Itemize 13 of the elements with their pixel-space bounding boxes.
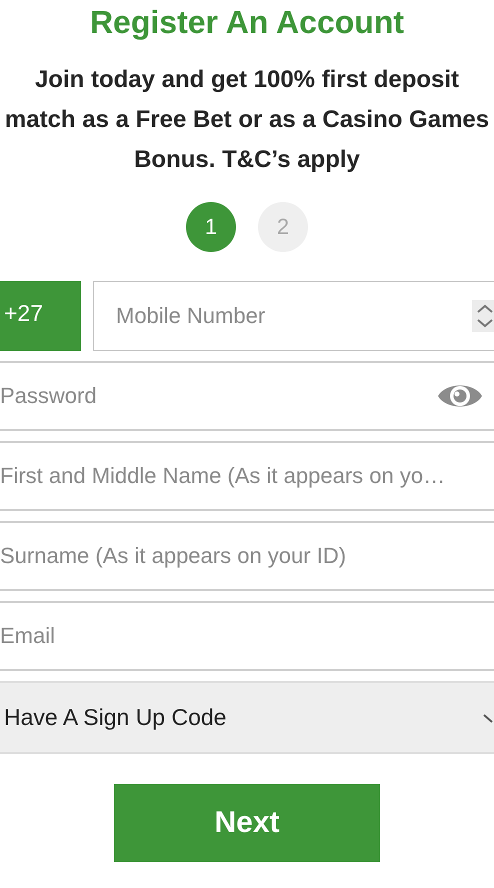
stepper-icon[interactable] (472, 300, 494, 332)
step-indicator: 2 (258, 202, 308, 252)
mobile-number-field[interactable]: Mobile Number (93, 281, 494, 351)
signup-code-dropdown[interactable]: Have A Sign Up Code (0, 681, 494, 754)
page-title: Register An Account (88, 3, 406, 42)
country-code-button[interactable]: +27 (0, 281, 81, 351)
promo-text: Join today and get 100% first deposit match as a Free Bet or as a Casino Games Bonus. T&C’s apply (4, 65, 490, 175)
next-button[interactable]: Next (114, 784, 380, 862)
input-field[interactable]: First and Middle Name (As it appears on yo… (0, 441, 494, 511)
password-field[interactable]: Password (0, 361, 494, 431)
step-indicator: 1 (186, 202, 236, 252)
input-field[interactable]: Surname (As it appears on your ID) (0, 521, 494, 591)
input-field[interactable]: Email (0, 601, 494, 671)
